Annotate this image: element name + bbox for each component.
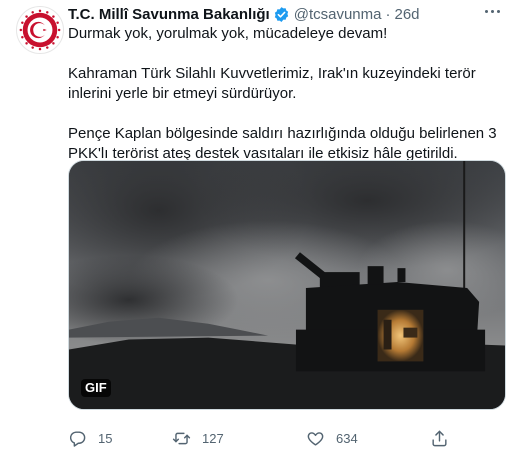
ministry-crest-icon [19,9,61,51]
avatar[interactable] [16,6,64,54]
tweet-paragraph-2: Kahraman Türk Silahlı Kuvvetlerimiz, Ira… [68,65,476,102]
tweet-line-1: Durmak yok, yorulmak yok, mücadeleye dev… [68,25,388,42]
reply-count: 15 [98,430,113,446]
reply-icon [68,429,87,448]
like-count: 634 [336,430,358,446]
author-handle[interactable]: @tcsavunma [294,6,382,23]
like-button[interactable]: 634 [306,426,358,450]
share-icon [430,429,449,448]
artillery-silhouette-image [69,161,505,409]
share-button[interactable] [430,426,449,450]
more-options-icon[interactable] [480,2,504,20]
reply-button[interactable]: 15 [68,426,112,450]
retweet-icon [172,429,191,448]
tweet-actions: 15 127 634 [68,426,512,450]
tweet-header: T.C. Millî Savunma Bakanlığı @tcsavunma … [68,4,420,24]
gif-badge: GIF [81,379,111,397]
retweet-button[interactable]: 127 [172,426,224,450]
verified-badge-icon [273,6,290,23]
tweet-media-gif[interactable]: GIF [68,160,506,410]
tweet-timestamp[interactable]: 26d [394,6,419,23]
tweet-text: Durmak yok, yorulmak yok, mücadeleye dev… [68,24,512,164]
retweet-count: 127 [202,430,224,446]
tweet[interactable]: T.C. Millî Savunma Bakanlığı @tcsavunma … [0,0,527,456]
heart-icon [306,429,325,448]
tweet-paragraph-3: Pençe Kaplan bölgesinde saldırı hazırlığ… [68,125,497,162]
author-name[interactable]: T.C. Millî Savunma Bakanlığı [68,6,270,23]
separator-dot: · [385,5,391,23]
